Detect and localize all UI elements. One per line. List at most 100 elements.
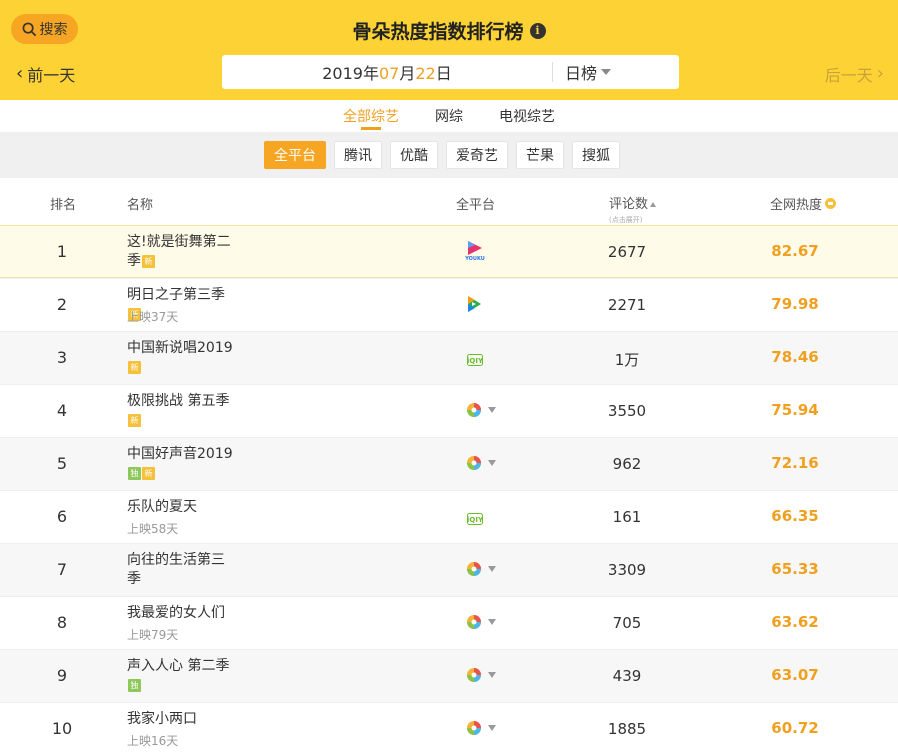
platform-iqiyi-button[interactable]: 爱奇艺 (446, 141, 508, 169)
exclusive-badge-icon: 独 (128, 678, 141, 692)
rank-value: 1 (56, 242, 68, 261)
caret-down-icon[interactable] (488, 725, 496, 731)
header-name: 名称 (127, 198, 154, 213)
table-row[interactable]: 4 极限挑战 第五季新 3550 75.94 (0, 384, 898, 437)
comment-count[interactable]: 3309 (577, 561, 677, 579)
heat-index: 75.94 (771, 401, 819, 419)
chevron-left-icon: ‹ (16, 63, 24, 84)
heat-index: 72.16 (771, 454, 819, 472)
heat-index: 79.98 (771, 295, 819, 313)
info-icon[interactable]: i (529, 22, 546, 39)
next-day-button[interactable]: 后一天 › (825, 62, 884, 86)
rank-value: 8 (56, 613, 68, 632)
multi-platform-icon (466, 402, 482, 422)
header-comments-label: 评论数 (609, 197, 649, 212)
show-name[interactable]: 中国好声音2019 独新 (127, 445, 237, 483)
comment-count[interactable]: 439 (577, 667, 677, 685)
table-row[interactable]: 1 这!就是街舞第二季新 YOUKU 2677 82.67 (0, 225, 898, 278)
caret-down-icon[interactable] (488, 566, 496, 572)
header-comments-hint: (点击展开) (609, 216, 643, 224)
header-bar: 搜索 骨朵热度指数排行榜 i ‹ 前一天 2019年07月22日 日榜 后一天 … (0, 0, 898, 100)
release-days: 上映79天 (127, 628, 179, 642)
heat-help-icon (825, 198, 837, 209)
comment-count[interactable]: 2271 (577, 296, 677, 314)
new-badge-icon: 新 (142, 254, 155, 268)
caret-down-icon[interactable] (488, 407, 496, 413)
header-platform: 全平台 (456, 198, 496, 213)
date-month-unit: 月 (399, 64, 416, 83)
comment-count[interactable]: 1万 (577, 349, 677, 370)
show-name-text: 中国新说唱2019 (127, 340, 233, 356)
platform-filter: 全平台 腾讯 优酷 爱奇艺 芒果 搜狐 (0, 132, 898, 178)
header-heat[interactable]: 全网热度 (770, 194, 837, 213)
rank-value: 3 (56, 348, 68, 367)
tab-tv-variety[interactable]: 电视综艺 (499, 100, 555, 132)
platform-tencent-button[interactable]: 腾讯 (334, 141, 382, 169)
tab-all-variety[interactable]: 全部综艺 (343, 100, 399, 132)
show-name-text: 中国好声音2019 (127, 446, 233, 462)
comment-count[interactable]: 161 (577, 508, 677, 526)
multi-platform-icon (466, 561, 482, 581)
caret-down-icon (601, 69, 612, 75)
platform-sohu-button[interactable]: 搜狐 (572, 141, 620, 169)
table-row[interactable]: 7 向往的生活第三季 3309 65.33 (0, 543, 898, 596)
rank-value: 10 (51, 719, 73, 738)
heat-index: 63.07 (771, 666, 819, 684)
show-name-text: 明日之子第三季 (127, 287, 225, 303)
new-badge-icon: 新 (142, 466, 155, 480)
platform-all-button[interactable]: 全平台 (264, 141, 326, 169)
date-display[interactable]: 2019年07月22日 (222, 60, 552, 84)
rank-value: 6 (56, 507, 68, 526)
show-name[interactable]: 极限挑战 第五季新 (127, 392, 237, 430)
show-name[interactable]: 这!就是街舞第二季新 (127, 233, 237, 271)
range-label: 日榜 (565, 64, 598, 83)
show-name-text: 我最爱的女人们 (127, 605, 225, 621)
range-dropdown[interactable]: 日榜 (565, 60, 612, 84)
heat-index: 82.67 (771, 242, 819, 260)
rank-value: 5 (56, 454, 68, 473)
table-row[interactable]: 5 中国好声音2019 独新 962 72.16 (0, 437, 898, 490)
heat-index: 60.72 (771, 719, 819, 737)
show-name[interactable]: 中国新说唱2019 新 (127, 339, 237, 377)
comment-count[interactable]: 3550 (577, 402, 677, 420)
table-row[interactable]: 3 中国新说唱2019 新 iQIY 1万 78.46 (0, 331, 898, 384)
heat-index: 66.35 (771, 507, 819, 525)
comment-count[interactable]: 705 (577, 614, 677, 632)
multi-platform-icon (466, 455, 482, 475)
header-heat-label: 全网热度 (770, 198, 823, 213)
show-name[interactable]: 声入人心 第二季独 (127, 657, 237, 695)
caret-down-icon[interactable] (488, 460, 496, 466)
comment-count[interactable]: 2677 (577, 243, 677, 261)
show-name[interactable]: 我家小两口 (127, 710, 237, 729)
date-selector[interactable]: 2019年07月22日 日榜 (222, 55, 679, 89)
comment-count[interactable]: 962 (577, 455, 677, 473)
date-year-unit: 年 (362, 64, 379, 83)
table-row[interactable]: 2 明日之子第三季新 上映37天 2271 79.98 (0, 278, 898, 331)
prev-day-label: 前一天 (27, 66, 76, 85)
svg-text:iQIY: iQIY (467, 516, 483, 524)
comment-count[interactable]: 1885 (577, 720, 677, 738)
table-row[interactable]: 6 乐队的夏天 上映58天 iQIY 161 66.35 (0, 490, 898, 543)
show-name[interactable]: 乐队的夏天 (127, 498, 237, 517)
table-row[interactable]: 8 我最爱的女人们 上映79天 705 63.62 (0, 596, 898, 649)
table-row[interactable]: 9 声入人心 第二季独 439 63.07 (0, 649, 898, 702)
iqiyi-logo-icon: iQIY (467, 510, 484, 529)
caret-down-icon[interactable] (488, 619, 496, 625)
platform-youku-button[interactable]: 优酷 (390, 141, 438, 169)
tab-web-variety[interactable]: 网综 (435, 100, 463, 132)
date-day-unit: 日 (435, 64, 452, 83)
header-comments[interactable]: 评论数 (609, 193, 657, 212)
rank-value: 7 (56, 560, 68, 579)
caret-down-icon[interactable] (488, 672, 496, 678)
show-name[interactable]: 我最爱的女人们 (127, 604, 237, 623)
platform-mango-button[interactable]: 芒果 (516, 141, 564, 169)
new-badge-icon: 新 (128, 360, 141, 374)
prev-day-button[interactable]: ‹ 前一天 (16, 62, 75, 86)
table-row[interactable]: 10 我家小两口 上映16天 1885 60.72 (0, 702, 898, 755)
multi-platform-icon (466, 667, 482, 687)
exclusive-badge-icon: 独 (128, 466, 141, 480)
page-title: 骨朵热度指数排行榜 i (0, 17, 898, 44)
heat-index: 78.46 (771, 348, 819, 366)
show-name-text: 声入人心 第二季 (127, 658, 230, 674)
show-name[interactable]: 向往的生活第三季 (127, 551, 237, 589)
